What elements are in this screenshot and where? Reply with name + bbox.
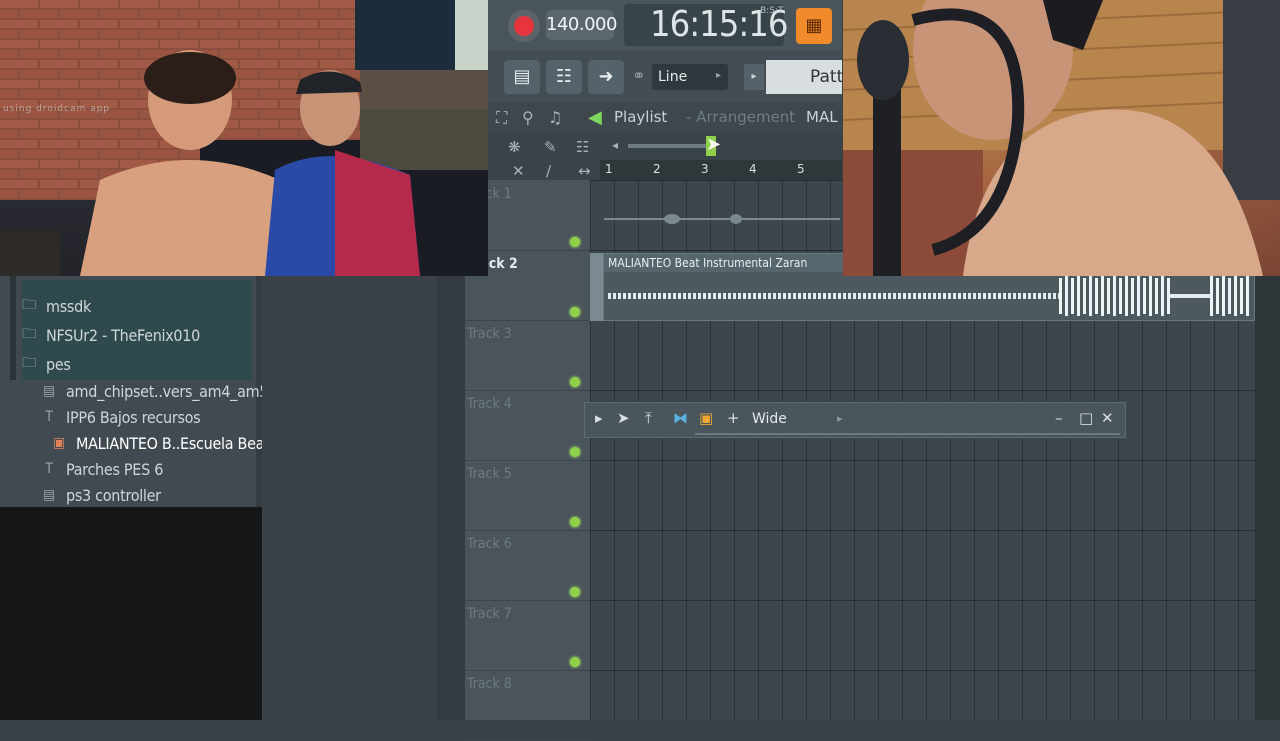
ruler-number: 3 <box>701 162 709 176</box>
tempo-display[interactable]: 140.000 <box>546 10 617 40</box>
zoom-icon[interactable]: ⚲ <box>522 108 534 127</box>
export-icon[interactable]: ⤒ <box>645 409 652 427</box>
horizontal-scrollbar[interactable] <box>628 144 708 148</box>
chevron-right-icon[interactable]: ▸ <box>837 412 843 425</box>
text-icon: T <box>45 409 53 425</box>
browser-item-malianteo[interactable]: ▣ MALIANTEO B..Escuela Beat <box>50 430 270 456</box>
webcam-watermark: using droidcam app <box>3 104 111 114</box>
channel-rack-button[interactable]: ☷ <box>546 60 582 94</box>
maximize-icon[interactable]: □ <box>1079 409 1093 427</box>
close-icon[interactable]: ✕ <box>1101 409 1114 427</box>
headphones-icon[interactable]: ⚭ <box>632 66 645 85</box>
playlist-left-strip <box>437 275 465 720</box>
piano-icon[interactable]: ☷ <box>576 138 589 156</box>
clip-handle[interactable] <box>590 253 603 321</box>
wide-label[interactable]: Wide <box>752 411 787 427</box>
folder-icon: 🗀 <box>22 355 36 371</box>
track-header[interactable]: Track 4 <box>465 390 590 461</box>
pencil-icon[interactable]: ✎ <box>544 138 557 156</box>
typing-keyboard-button[interactable]: ▦ <box>796 8 832 44</box>
audio-icon: ▣ <box>53 435 65 451</box>
pattern-selector[interactable]: Patt <box>766 60 842 94</box>
browser-item-nfsur2[interactable]: 🗀 NFSUr2 - TheFenix010 <box>20 322 200 348</box>
waveform <box>608 276 1249 316</box>
ruler-number: 4 <box>749 162 757 176</box>
ruler-number: 1 <box>605 162 613 176</box>
track-header[interactable]: Track 5 <box>465 460 590 531</box>
folder-icon: 🗀 <box>22 297 36 313</box>
track-enable-led[interactable] <box>570 517 580 527</box>
snap-magnet-icon[interactable]: ❋ <box>508 138 521 156</box>
webcam-scene <box>0 0 488 276</box>
track-enable-led[interactable] <box>570 587 580 597</box>
playlist-title: Playlist <box>614 108 668 126</box>
mouse-cursor-icon: ➤ <box>706 134 722 155</box>
time-format-label: B:S:T <box>760 6 784 16</box>
browser-item-ps3-controller[interactable]: ▤ ps3 controller <box>40 482 161 508</box>
minimize-icon[interactable]: – <box>1055 409 1063 427</box>
file-icon: ▤ <box>43 383 55 399</box>
arrow-right-button[interactable]: ➜ <box>588 60 624 94</box>
text-icon: T <box>45 461 53 477</box>
playlist-name: MAL <box>806 108 838 126</box>
automation-line <box>604 214 840 224</box>
webcam-feed-right <box>843 0 1280 276</box>
slice-icon[interactable]: ∕ <box>546 162 551 180</box>
pattern-prev-button[interactable]: ▸ <box>744 64 764 90</box>
window-icon[interactable]: ▣ <box>699 409 713 427</box>
chevron-right-icon: ▸ <box>716 70 722 81</box>
folder-icon: 🗀 <box>22 326 36 342</box>
mixer-button[interactable]: ▤ <box>504 60 540 94</box>
browser-item-mssdk[interactable]: 🗀 mssdk <box>20 293 91 319</box>
browser-item-ipp6[interactable]: T IPP6 Bajos recursos <box>40 404 200 430</box>
track-enable-led[interactable] <box>570 377 580 387</box>
plugin-icon[interactable]: ➤ <box>617 409 630 427</box>
record-icon <box>514 16 534 36</box>
playlist-subtitle: - Arrangement <box>686 108 796 126</box>
ruler-number: 5 <box>797 162 805 176</box>
browser-scrollbar[interactable] <box>10 275 16 380</box>
track-header[interactable]: Track 8 <box>465 670 590 741</box>
track-header[interactable]: Track 3 <box>465 320 590 391</box>
fullscreen-icon[interactable]: ⛶ <box>496 108 507 128</box>
mirror-icon[interactable]: ⧓ <box>673 409 688 427</box>
floating-toolbar[interactable]: ▸ ➤ ⤒ ⧓ ▣ + Wide ▸ – □ ✕ <box>584 402 1126 438</box>
track-enable-led[interactable] <box>570 307 580 317</box>
browser-item-amd-chipset[interactable]: ▤ amd_chipset..vers_am4_am5 <box>40 378 268 404</box>
track-enable-led[interactable] <box>570 447 580 457</box>
track-enable-led[interactable] <box>570 657 580 667</box>
track-header[interactable]: Track 7 <box>465 600 590 671</box>
play-arrow-icon[interactable]: ▸ <box>595 409 603 427</box>
track-header[interactable]: Track 6 <box>465 530 590 601</box>
scroll-left-icon[interactable]: ◂ <box>612 138 618 152</box>
channel-area <box>262 275 437 720</box>
track-enable-led[interactable] <box>570 237 580 247</box>
ruler-number: 2 <box>653 162 661 176</box>
playlist-speaker-icon[interactable]: ◀ <box>588 107 602 128</box>
add-icon[interactable]: + <box>727 409 740 427</box>
toolbar-slider[interactable] <box>695 433 1120 435</box>
browser-item-parches[interactable]: T Parches PES 6 <box>40 456 163 482</box>
browser-item-pes[interactable]: 🗀 pes <box>20 351 71 377</box>
zoom-horizontal-icon[interactable]: ↔ <box>578 162 591 180</box>
speaker-icon[interactable]: ♫ <box>548 108 562 127</box>
webcam-feed-left: using droidcam app <box>0 0 488 276</box>
webcam-scene <box>843 0 1280 276</box>
file-icon: ▤ <box>43 487 55 503</box>
delete-icon[interactable]: ✕ <box>512 162 525 180</box>
timeline-ruler[interactable] <box>600 160 842 180</box>
